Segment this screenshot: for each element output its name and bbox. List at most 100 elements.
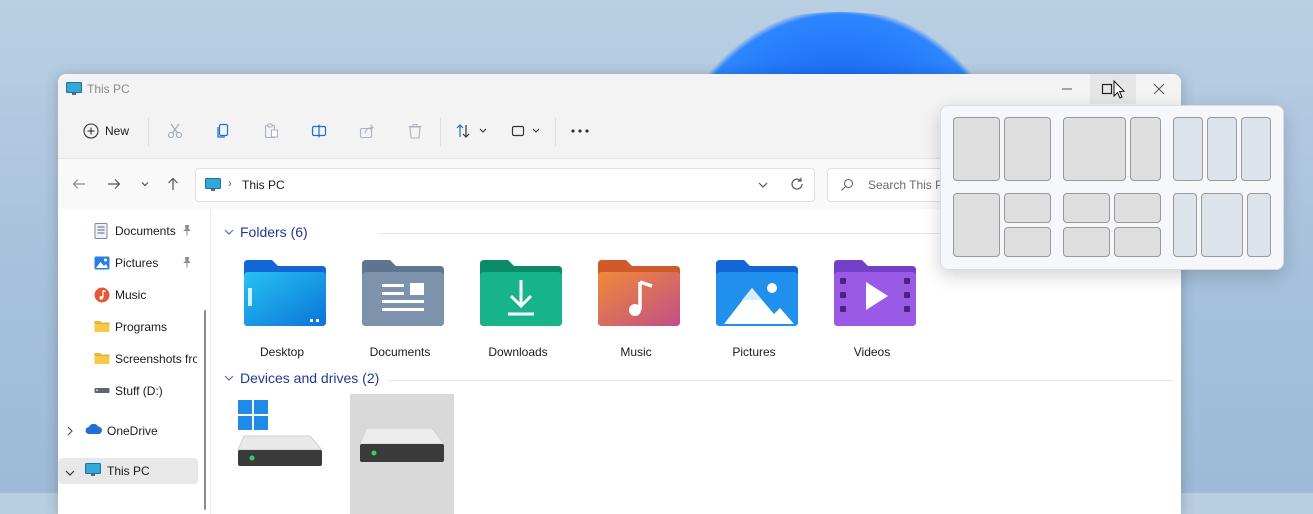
folder-label: Desktop xyxy=(259,345,305,359)
chevron-down-icon[interactable] xyxy=(65,466,75,480)
recent-locations-button[interactable] xyxy=(135,174,155,194)
rename-button[interactable] xyxy=(307,118,331,144)
search-icon xyxy=(840,178,854,197)
copy-button[interactable] xyxy=(211,118,235,144)
paste-icon xyxy=(264,123,278,139)
desktop-folder-icon xyxy=(244,260,326,326)
snap-zone[interactable] xyxy=(1004,227,1051,257)
sidebar-item-programs[interactable]: Programs xyxy=(58,314,198,340)
group-header-devices[interactable]: Devices and drives (2) xyxy=(224,368,379,388)
chevron-down-icon xyxy=(224,375,234,381)
snap-zone[interactable] xyxy=(1063,117,1126,181)
snap-layout-quarters xyxy=(1063,193,1161,257)
breadcrumb-chevron[interactable]: › xyxy=(228,178,232,190)
up-button[interactable] xyxy=(163,174,183,194)
refresh-button[interactable] xyxy=(790,177,804,196)
close-button[interactable] xyxy=(1136,74,1181,104)
sidebar-scrollbar[interactable] xyxy=(204,310,206,510)
music-icon xyxy=(94,287,110,306)
snap-zone[interactable] xyxy=(1004,117,1051,181)
share-button[interactable] xyxy=(355,118,379,144)
back-button[interactable] xyxy=(69,174,89,194)
sidebar-item-music[interactable]: Music xyxy=(58,282,198,308)
title-bar[interactable]: This PC xyxy=(58,74,1181,104)
folder-label: Pictures xyxy=(732,345,776,359)
sidebar-item-stuff-drive[interactable]: Stuff (D:) xyxy=(58,378,198,404)
group-title: Devices and drives (2) xyxy=(240,370,380,386)
folder-downloads[interactable]: Downloads xyxy=(466,258,570,368)
documents-folder-icon xyxy=(362,260,444,326)
snap-layout-half-and-quarters xyxy=(953,193,1051,257)
snap-zone[interactable] xyxy=(1130,117,1161,181)
sidebar-item-pictures[interactable]: Pictures xyxy=(58,250,198,276)
copy-icon xyxy=(217,123,229,138)
view-icon xyxy=(511,125,540,137)
snap-zone[interactable] xyxy=(1241,117,1271,181)
address-bar[interactable]: › This PC xyxy=(195,168,815,202)
sidebar-item-onedrive[interactable]: OneDrive xyxy=(58,418,198,444)
drive-c[interactable] xyxy=(234,394,338,514)
pictures-icon xyxy=(94,255,110,274)
scissors-icon xyxy=(167,123,183,139)
ellipsis-icon xyxy=(571,129,589,133)
chevron-right-icon[interactable] xyxy=(66,425,74,439)
sidebar-item-label: Stuff (D:) xyxy=(115,384,163,398)
snap-zone[interactable] xyxy=(953,193,1000,257)
sidebar-item-documents[interactable]: Documents xyxy=(58,218,198,244)
pane-divider[interactable] xyxy=(210,210,211,514)
snap-zone[interactable] xyxy=(1207,117,1237,181)
folder-documents[interactable]: Documents xyxy=(348,258,452,368)
arrow-left-icon xyxy=(72,179,85,189)
drive-icon xyxy=(359,427,445,462)
trash-icon xyxy=(408,124,422,139)
snap-layout-wide-center xyxy=(1173,193,1271,257)
sidebar-item-label: OneDrive xyxy=(107,424,158,438)
snap-zone[interactable] xyxy=(1173,193,1197,257)
maximize-icon xyxy=(1101,79,1126,99)
snap-zone[interactable] xyxy=(1201,193,1243,257)
chevron-down-icon xyxy=(224,229,234,235)
group-title: Folders (6) xyxy=(240,224,308,240)
paste-button[interactable] xyxy=(259,118,283,144)
group-header-folders[interactable]: Folders (6) xyxy=(224,222,308,242)
more-options-button[interactable] xyxy=(568,118,592,144)
folder-music[interactable]: Music xyxy=(584,258,688,368)
drive-d[interactable] xyxy=(350,394,454,514)
snap-zone[interactable] xyxy=(1063,193,1110,223)
sidebar-item-label: Programs xyxy=(115,320,168,334)
breadcrumb-this-pc[interactable]: This PC xyxy=(242,178,285,192)
snap-zone[interactable] xyxy=(953,117,1000,181)
cut-button[interactable] xyxy=(163,118,187,144)
folder-label: Music xyxy=(620,345,652,359)
folder-pictures[interactable]: Pictures xyxy=(702,258,806,368)
forward-button[interactable] xyxy=(104,174,124,194)
chevron-down-icon xyxy=(758,182,768,188)
snap-zone[interactable] xyxy=(1114,193,1161,223)
folder-videos[interactable]: Videos xyxy=(820,258,924,368)
share-icon xyxy=(359,124,374,139)
plus-circle-icon xyxy=(83,123,99,139)
sort-button[interactable] xyxy=(453,118,493,144)
onedrive-icon xyxy=(85,423,103,438)
new-button[interactable]: New xyxy=(76,118,136,144)
address-history-dropdown[interactable] xyxy=(757,178,769,196)
sidebar-item-label: Screenshots fro xyxy=(115,352,197,366)
snap-zone[interactable] xyxy=(1247,193,1271,257)
view-button[interactable] xyxy=(506,118,546,144)
snap-zone[interactable] xyxy=(1114,227,1161,257)
this-pc-icon xyxy=(205,178,221,197)
maximize-button[interactable] xyxy=(1090,74,1136,104)
folder-desktop[interactable]: Desktop xyxy=(230,258,334,368)
chevron-down-icon xyxy=(141,182,149,187)
sidebar-item-this-pc[interactable]: This PC xyxy=(58,458,198,484)
snap-zone[interactable] xyxy=(1173,117,1203,181)
snap-zone[interactable] xyxy=(1063,227,1110,257)
snap-zone[interactable] xyxy=(1004,193,1051,223)
delete-button[interactable] xyxy=(403,118,427,144)
sidebar-item-screenshots[interactable]: Screenshots fro xyxy=(58,346,198,372)
music-folder-icon xyxy=(598,260,680,326)
windows-drive-icon xyxy=(237,400,324,466)
videos-folder-icon xyxy=(834,260,916,326)
minimize-button[interactable] xyxy=(1044,74,1090,104)
snap-layout-thirds xyxy=(1173,117,1271,181)
